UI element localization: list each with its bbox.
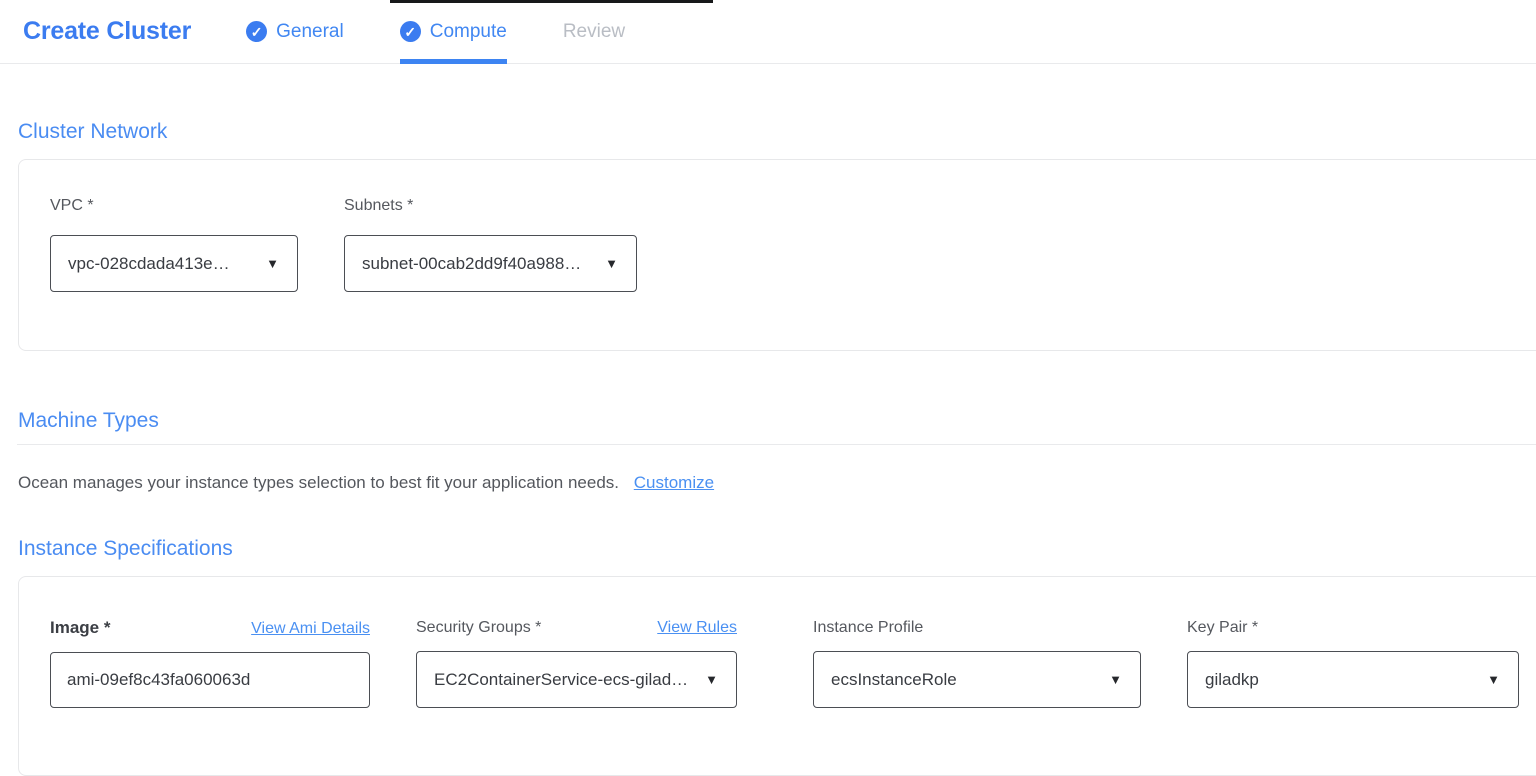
subnets-select[interactable]: subnet-00cab2dd9f40a988… ▼ bbox=[344, 235, 637, 292]
instance-specifications-heading: Instance Specifications bbox=[18, 536, 1536, 561]
cluster-network-heading: Cluster Network bbox=[18, 119, 1536, 144]
tab-general[interactable]: ✓ General bbox=[246, 0, 344, 63]
wizard-header: Create Cluster ✓ General ✓ Compute Revie… bbox=[0, 0, 1536, 64]
vpc-select[interactable]: vpc-028cdada413e… ▼ bbox=[50, 235, 298, 292]
subnets-selected-value: subnet-00cab2dd9f40a988… bbox=[362, 254, 581, 274]
image-input[interactable] bbox=[50, 652, 370, 708]
top-window-edge-bar bbox=[390, 0, 713, 3]
key-pair-field: Key Pair * giladkp ▼ bbox=[1187, 618, 1519, 775]
instance-profile-select[interactable]: ecsInstanceRole ▼ bbox=[813, 651, 1141, 708]
vpc-field: VPC * vpc-028cdada413e… ▼ bbox=[50, 196, 298, 350]
caret-down-icon: ▼ bbox=[605, 256, 618, 271]
caret-down-icon: ▼ bbox=[705, 672, 718, 687]
tab-compute[interactable]: ✓ Compute bbox=[400, 0, 507, 63]
security-groups-selected-value: EC2ContainerService-ecs-gilad… bbox=[434, 670, 688, 690]
view-ami-details-link[interactable]: View Ami Details bbox=[251, 619, 370, 638]
tab-review-label: Review bbox=[563, 21, 625, 43]
instance-profile-field: Instance Profile ecsInstanceRole ▼ bbox=[813, 618, 1141, 775]
check-circle-icon: ✓ bbox=[246, 21, 267, 42]
vpc-label: VPC * bbox=[50, 196, 94, 215]
wizard-steps: ✓ General ✓ Compute Review bbox=[246, 0, 681, 63]
key-pair-label: Key Pair * bbox=[1187, 618, 1258, 637]
image-field: Image * View Ami Details bbox=[50, 618, 370, 775]
tab-general-label: General bbox=[276, 21, 344, 43]
subnets-field: Subnets * subnet-00cab2dd9f40a988… ▼ bbox=[344, 196, 637, 350]
view-rules-link[interactable]: View Rules bbox=[657, 618, 737, 637]
machine-types-heading: Machine Types bbox=[18, 408, 1536, 433]
caret-down-icon: ▼ bbox=[1487, 672, 1500, 687]
security-groups-field: Security Groups * View Rules EC2Containe… bbox=[416, 618, 737, 775]
key-pair-select[interactable]: giladkp ▼ bbox=[1187, 651, 1519, 708]
instance-profile-label: Instance Profile bbox=[813, 618, 923, 637]
vpc-selected-value: vpc-028cdada413e… bbox=[68, 254, 230, 274]
tab-review[interactable]: Review bbox=[563, 0, 625, 63]
image-label: Image * bbox=[50, 618, 110, 638]
machine-types-description-text: Ocean manages your instance types select… bbox=[18, 473, 619, 492]
page-title: Create Cluster bbox=[23, 17, 191, 46]
security-groups-select[interactable]: EC2ContainerService-ecs-gilad… ▼ bbox=[416, 651, 737, 708]
machine-types-description: Ocean manages your instance types select… bbox=[18, 473, 1536, 493]
caret-down-icon: ▼ bbox=[266, 256, 279, 271]
instance-profile-selected-value: ecsInstanceRole bbox=[831, 670, 957, 690]
subnets-label: Subnets * bbox=[344, 196, 413, 215]
customize-link[interactable]: Customize bbox=[634, 473, 714, 492]
key-pair-selected-value: giladkp bbox=[1205, 670, 1259, 690]
instance-specifications-card: Image * View Ami Details Security Groups… bbox=[18, 576, 1536, 776]
check-circle-icon: ✓ bbox=[400, 21, 421, 42]
tab-compute-label: Compute bbox=[430, 21, 507, 43]
caret-down-icon: ▼ bbox=[1109, 672, 1122, 687]
compute-step-content: Cluster Network VPC * vpc-028cdada413e… … bbox=[0, 119, 1536, 776]
machine-types-divider bbox=[17, 444, 1536, 445]
cluster-network-card: VPC * vpc-028cdada413e… ▼ Subnets * subn… bbox=[18, 159, 1536, 351]
security-groups-label: Security Groups * bbox=[416, 618, 541, 637]
